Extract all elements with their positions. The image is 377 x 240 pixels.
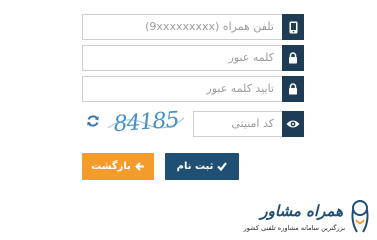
check-icon	[217, 162, 228, 171]
back-button[interactable]: بازگشت	[82, 153, 154, 180]
submit-button[interactable]: ثبت نام	[165, 153, 239, 180]
password-input[interactable]: کلمه عبور	[82, 45, 282, 71]
arrow-left-icon	[135, 162, 144, 171]
lock-icon	[289, 83, 297, 95]
password-field: کلمه عبور	[82, 45, 304, 71]
phone-input[interactable]: تلفن همراه (9xxxxxxxxx)	[82, 14, 282, 40]
back-label: بازگشت	[91, 161, 131, 172]
captcha-field: کد امنیتی	[193, 111, 304, 137]
refresh-icon[interactable]	[86, 114, 100, 128]
submit-label: ثبت نام	[176, 161, 214, 172]
confirm-password-field: تایید کلمه عبور	[82, 76, 304, 102]
confirm-password-addon	[282, 76, 304, 102]
mobile-phone-icon	[289, 21, 297, 33]
captcha-addon	[282, 111, 304, 137]
password-addon	[282, 45, 304, 71]
brand-logo-icon	[351, 200, 369, 233]
brand-logo-block: همراه مشاور بزرگترین سامانه مشاوره تلفنی…	[213, 196, 373, 240]
phone-addon	[282, 14, 304, 40]
brand-tagline: بزرگترین سامانه مشاوره تلفنی کشور	[243, 224, 345, 232]
confirm-password-input[interactable]: تایید کلمه عبور	[82, 76, 282, 102]
lock-icon	[289, 52, 297, 64]
captcha-code: 84185	[113, 108, 180, 136]
phone-field: تلفن همراه (9xxxxxxxxx)	[82, 14, 304, 40]
captcha-input[interactable]: کد امنیتی	[193, 111, 282, 137]
eye-icon	[286, 120, 300, 128]
brand-name: همراه مشاور	[260, 202, 343, 220]
captcha-image: 84185	[107, 108, 185, 136]
